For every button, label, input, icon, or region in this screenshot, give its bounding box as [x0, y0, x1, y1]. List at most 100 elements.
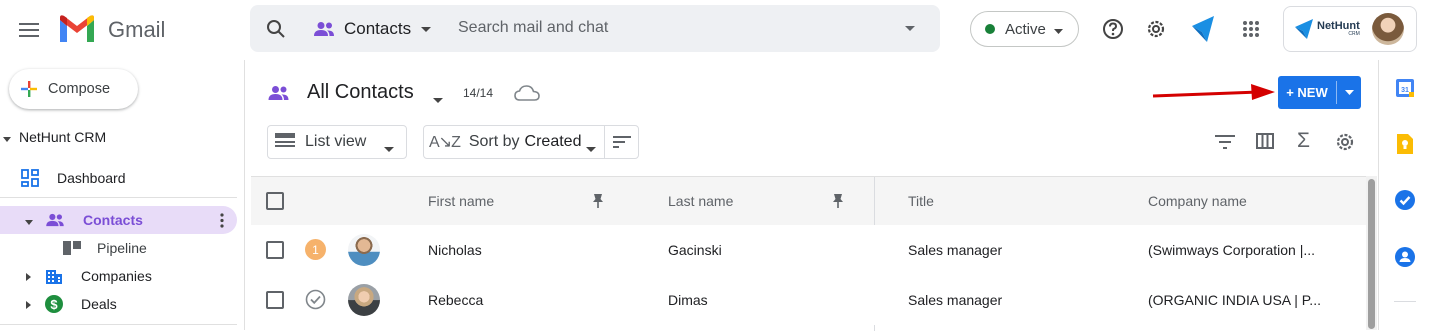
cell-last-name[interactable]: Dimas: [668, 275, 708, 325]
list-view-icon: [275, 132, 295, 153]
view-title[interactable]: All Contacts: [307, 81, 414, 104]
sidebar-item-label: Contacts: [83, 212, 143, 228]
contact-avatar[interactable]: [348, 234, 380, 266]
row-checkbox[interactable]: [266, 291, 284, 309]
table-row[interactable]: 1 Nicholas Gacinski Sales manager (Swimw…: [251, 225, 1366, 275]
contacts-app-icon[interactable]: [1395, 247, 1415, 272]
pin-icon[interactable]: [592, 193, 604, 214]
select-all-checkbox[interactable]: [266, 192, 284, 210]
column-header-title[interactable]: Title: [908, 177, 934, 225]
check-circle-icon[interactable]: [305, 289, 326, 315]
sum-icon[interactable]: Σ: [1297, 129, 1310, 153]
divider: [0, 197, 237, 198]
contact-avatar[interactable]: [348, 284, 380, 316]
cell-company[interactable]: (ORGANIC INDIA USA | P...: [1148, 275, 1321, 325]
table-header: First name Last name Title Company name: [251, 176, 1366, 331]
chevron-down-icon: [586, 140, 596, 158]
cloud-sync-icon[interactable]: [514, 84, 540, 107]
user-avatar[interactable]: [1371, 13, 1404, 45]
sort-direction-icon[interactable]: [613, 134, 631, 155]
search-input[interactable]: Search mail and chat: [458, 19, 608, 37]
chevron-down-icon: [421, 20, 432, 38]
gmail-logo[interactable]: [58, 14, 96, 44]
more-vert-icon[interactable]: [220, 213, 224, 231]
filter-icon[interactable]: [1215, 135, 1235, 154]
pin-icon[interactable]: [832, 193, 844, 214]
view-selector[interactable]: List view: [267, 125, 407, 159]
compose-button[interactable]: Compose: [9, 69, 138, 109]
chevron-down-icon: [384, 140, 394, 158]
section-title: NetHunt CRM: [19, 129, 107, 145]
dashboard-icon: [21, 169, 39, 187]
account-switcher[interactable]: NetHunt CRM: [1283, 6, 1417, 52]
cell-last-name[interactable]: Gacinski: [668, 225, 722, 275]
search-bar[interactable]: Contacts Search mail and chat: [250, 5, 940, 52]
cell-first-name[interactable]: Nicholas: [428, 225, 482, 275]
chevron-down-icon[interactable]: [433, 91, 443, 109]
caret-down-icon: [3, 129, 11, 145]
main-menu-icon[interactable]: [14, 16, 44, 44]
row-checkbox[interactable]: [266, 241, 284, 259]
scrollbar-track[interactable]: [1366, 176, 1377, 330]
brand-wordmark: NetHunt CRM: [1317, 21, 1360, 37]
contacts-icon: [313, 21, 335, 37]
plus-icon: [21, 81, 37, 97]
table-row[interactable]: Rebecca Dimas Sales manager (ORGANIC IND…: [251, 275, 1366, 325]
caret-right-icon: [26, 296, 31, 312]
view-label: List view: [305, 133, 367, 150]
search-scope-selector[interactable]: Contacts: [313, 17, 432, 41]
search-scope-label: Contacts: [344, 19, 412, 38]
scrollbar-thumb[interactable]: [1368, 179, 1375, 329]
sidebar-item-companies[interactable]: Companies: [0, 262, 237, 290]
contacts-icon: [267, 85, 291, 101]
sort-prefix: Sort by: [468, 133, 520, 150]
divider: [0, 324, 237, 325]
cell-title[interactable]: Sales manager: [908, 275, 1002, 325]
column-header-company[interactable]: Company name: [1148, 177, 1247, 225]
dollar-icon: $: [45, 295, 63, 313]
sidebar-item-dashboard[interactable]: Dashboard: [0, 164, 237, 192]
pipeline-icon: [63, 241, 81, 255]
brand-sub: CRM: [1348, 31, 1360, 37]
status-label: Active: [1005, 20, 1046, 38]
cell-title[interactable]: Sales manager: [908, 225, 1002, 275]
record-count: 14/14: [463, 86, 494, 100]
cell-company[interactable]: (Swimways Corporation |...: [1148, 225, 1315, 275]
activity-badge[interactable]: 1: [305, 239, 326, 260]
new-contact-button[interactable]: + NEW: [1278, 76, 1361, 109]
cell-first-name[interactable]: Rebecca: [428, 275, 483, 325]
status-selector[interactable]: Active: [970, 11, 1079, 47]
svg-text:31: 31: [1401, 87, 1409, 94]
sidebar-item-pipeline[interactable]: Pipeline: [0, 234, 237, 262]
companies-icon: [45, 267, 63, 285]
chevron-down-icon: [1053, 21, 1063, 38]
keep-icon[interactable]: [1397, 134, 1413, 159]
nethunt-section-header[interactable]: NetHunt CRM: [0, 123, 237, 151]
tasks-icon[interactable]: [1395, 190, 1415, 215]
sort-az-icon: A↘Z: [429, 134, 461, 151]
settings-gear-icon[interactable]: [1143, 16, 1169, 42]
help-icon[interactable]: [1100, 16, 1126, 42]
sidebar-item-contacts[interactable]: Contacts: [0, 206, 237, 234]
contacts-icon: [45, 213, 65, 227]
sidebar-item-deals[interactable]: $ Deals: [0, 290, 237, 318]
column-header-last-name[interactable]: Last name: [668, 177, 733, 225]
svg-text:$: $: [50, 297, 58, 312]
calendar-icon[interactable]: 31: [1396, 79, 1414, 102]
table-settings-icon[interactable]: [1334, 131, 1356, 158]
caret-right-icon: [26, 268, 31, 284]
search-icon[interactable]: [264, 17, 288, 41]
caret-down-icon: [25, 212, 33, 228]
app-name: Gmail: [108, 17, 166, 42]
divider: [604, 126, 605, 158]
new-dropdown-icon[interactable]: [1337, 76, 1361, 109]
apps-grid-icon[interactable]: [1238, 16, 1264, 42]
columns-icon[interactable]: [1256, 133, 1274, 154]
sort-selector[interactable]: A↘Z Sort by Created: [423, 125, 639, 159]
top-bar: Gmail Contacts Search mail and chat Acti…: [0, 0, 1429, 60]
search-options-icon[interactable]: [902, 23, 918, 35]
column-header-first-name[interactable]: First name: [428, 177, 494, 225]
nethunt-logo-icon: [1294, 18, 1314, 40]
nethunt-extension-icon[interactable]: [1188, 13, 1218, 45]
sidebar-item-label: Deals: [81, 296, 117, 312]
